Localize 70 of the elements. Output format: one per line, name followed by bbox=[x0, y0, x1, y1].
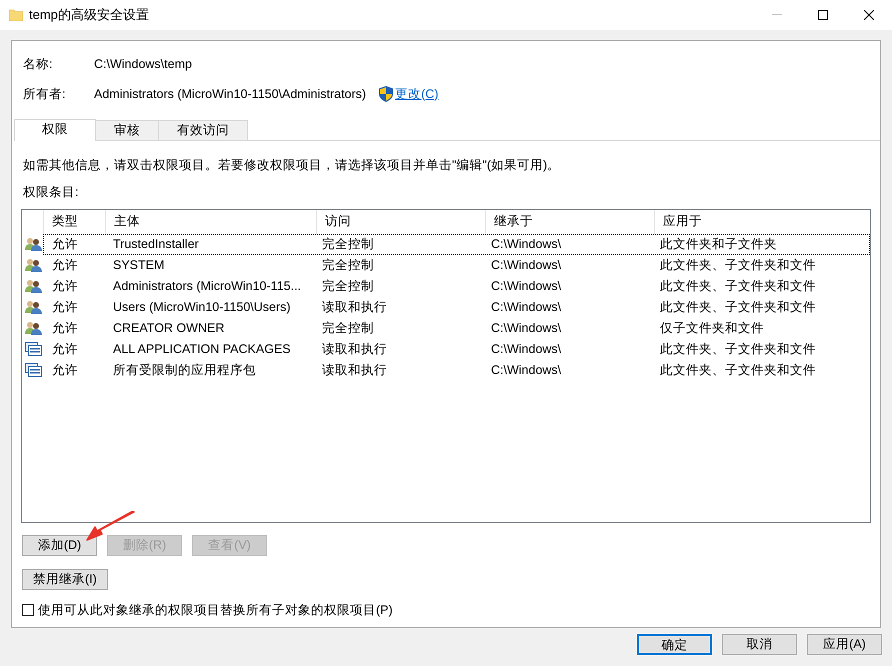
table-cell-text: 此文件夹、子文件夹和文件 bbox=[659, 340, 817, 358]
table-cell-text: ALL APPLICATION PACKAGES bbox=[112, 340, 292, 358]
disable-inheritance-button[interactable]: 禁用继承(I) bbox=[22, 568, 108, 590]
table-cell-text: C:\Windows\ bbox=[490, 362, 562, 379]
table-cell-text: 读取和执行 bbox=[321, 362, 388, 379]
minimize-icon bbox=[772, 14, 782, 16]
change-owner-link[interactable]: 更改(C) bbox=[395, 84, 438, 104]
folder-icon bbox=[9, 9, 23, 21]
info-text: 如需其他信息，请双击权限项目。若要修改权限项目，请选择该项目并单击"编辑"(如果可用)。 bbox=[22, 157, 562, 174]
table-cell-text: C:\Windows\ bbox=[490, 236, 562, 253]
users-icon bbox=[25, 279, 42, 294]
table-cell-text: 仅子文件夹和文件 bbox=[659, 320, 765, 337]
table-cell-text: 允许 bbox=[51, 362, 79, 379]
checkbox-label: 使用可从此对象继承的权限项目替换所有子对象的权限项目(P) bbox=[38, 602, 393, 619]
table-cell-text: C:\Windows\ bbox=[490, 320, 562, 337]
users-icon bbox=[25, 321, 42, 336]
tab[interactable]: 权限 bbox=[14, 119, 96, 141]
users-icon bbox=[25, 258, 42, 272]
table-cell-text: 允许 bbox=[51, 340, 79, 358]
cancel-button[interactable]: 取消 bbox=[722, 634, 797, 655]
table-cell-text: 完全控制 bbox=[321, 256, 375, 274]
table-cell-text: 完全控制 bbox=[321, 236, 375, 253]
table-cell-text: 完全控制 bbox=[321, 320, 375, 337]
window-title: temp的高级安全设置 bbox=[29, 6, 149, 24]
table-cell-text: C:\Windows\ bbox=[490, 278, 562, 295]
table-cell-text: 读取和执行 bbox=[321, 298, 388, 316]
table-cell-text: CREATOR OWNER bbox=[112, 320, 226, 337]
table-cell-text: 此文件夹和子文件夹 bbox=[659, 236, 778, 253]
maximize-icon bbox=[818, 10, 828, 20]
table-cell-text: 允许 bbox=[51, 278, 79, 295]
table-cell-text: Administrators (MicroWin10-115... bbox=[112, 278, 302, 295]
column-header[interactable]: 应用于 bbox=[655, 210, 868, 234]
field-value: C:\Windows\temp bbox=[94, 56, 192, 73]
column-header[interactable]: 访问 bbox=[317, 210, 486, 234]
users-icon bbox=[25, 237, 42, 252]
table-cell-text: 允许 bbox=[51, 236, 79, 253]
table-cell-text: Users (MicroWin10-1150\Users) bbox=[112, 298, 292, 316]
table-cell-text: 此文件夹、子文件夹和文件 bbox=[659, 278, 817, 295]
shield-icon bbox=[379, 86, 394, 102]
table-cell-text: 读取和执行 bbox=[321, 340, 388, 358]
table-cell-text: C:\Windows\ bbox=[490, 340, 562, 358]
field-value: Administrators (MicroWin10-1150\Administrators) bbox=[94, 86, 366, 103]
table-cell-text: C:\Windows\ bbox=[490, 298, 562, 316]
close-icon bbox=[864, 10, 874, 20]
table-cell-text: 此文件夹、子文件夹和文件 bbox=[659, 362, 817, 379]
apply-button[interactable]: 应用(A) bbox=[807, 634, 882, 655]
column-header[interactable]: 主体 bbox=[106, 210, 317, 234]
column-header[interactable]: 类型 bbox=[44, 210, 106, 234]
package-icon bbox=[25, 342, 42, 356]
list-label: 权限条目: bbox=[22, 184, 80, 201]
table-cell-text: SYSTEM bbox=[112, 256, 166, 274]
column-header[interactable]: 继承于 bbox=[486, 210, 655, 234]
add-button[interactable]: 添加(D) bbox=[22, 534, 97, 556]
table-cell-text: 允许 bbox=[51, 256, 79, 274]
tab[interactable]: 有效访问 bbox=[158, 120, 248, 140]
table-cell-text: TrustedInstaller bbox=[112, 236, 200, 253]
table-cell-text: 此文件夹、子文件夹和文件 bbox=[659, 256, 817, 274]
users-icon bbox=[25, 300, 42, 314]
checkbox[interactable] bbox=[22, 604, 34, 616]
package-icon bbox=[25, 363, 42, 378]
table-cell-text: 允许 bbox=[51, 298, 79, 316]
tab[interactable]: 审核 bbox=[95, 120, 159, 140]
field-label: 名称: bbox=[23, 56, 54, 73]
table-cell-text: 完全控制 bbox=[321, 278, 375, 295]
table-cell-text: 允许 bbox=[51, 320, 79, 337]
field-label: 所有者: bbox=[23, 86, 66, 103]
table-cell-text: C:\Windows\ bbox=[490, 256, 562, 274]
table-cell-text: 所有受限制的应用程序包 bbox=[112, 362, 257, 379]
ok-button[interactable]: 确定 bbox=[637, 634, 712, 655]
table-cell-text: 此文件夹、子文件夹和文件 bbox=[659, 298, 817, 316]
